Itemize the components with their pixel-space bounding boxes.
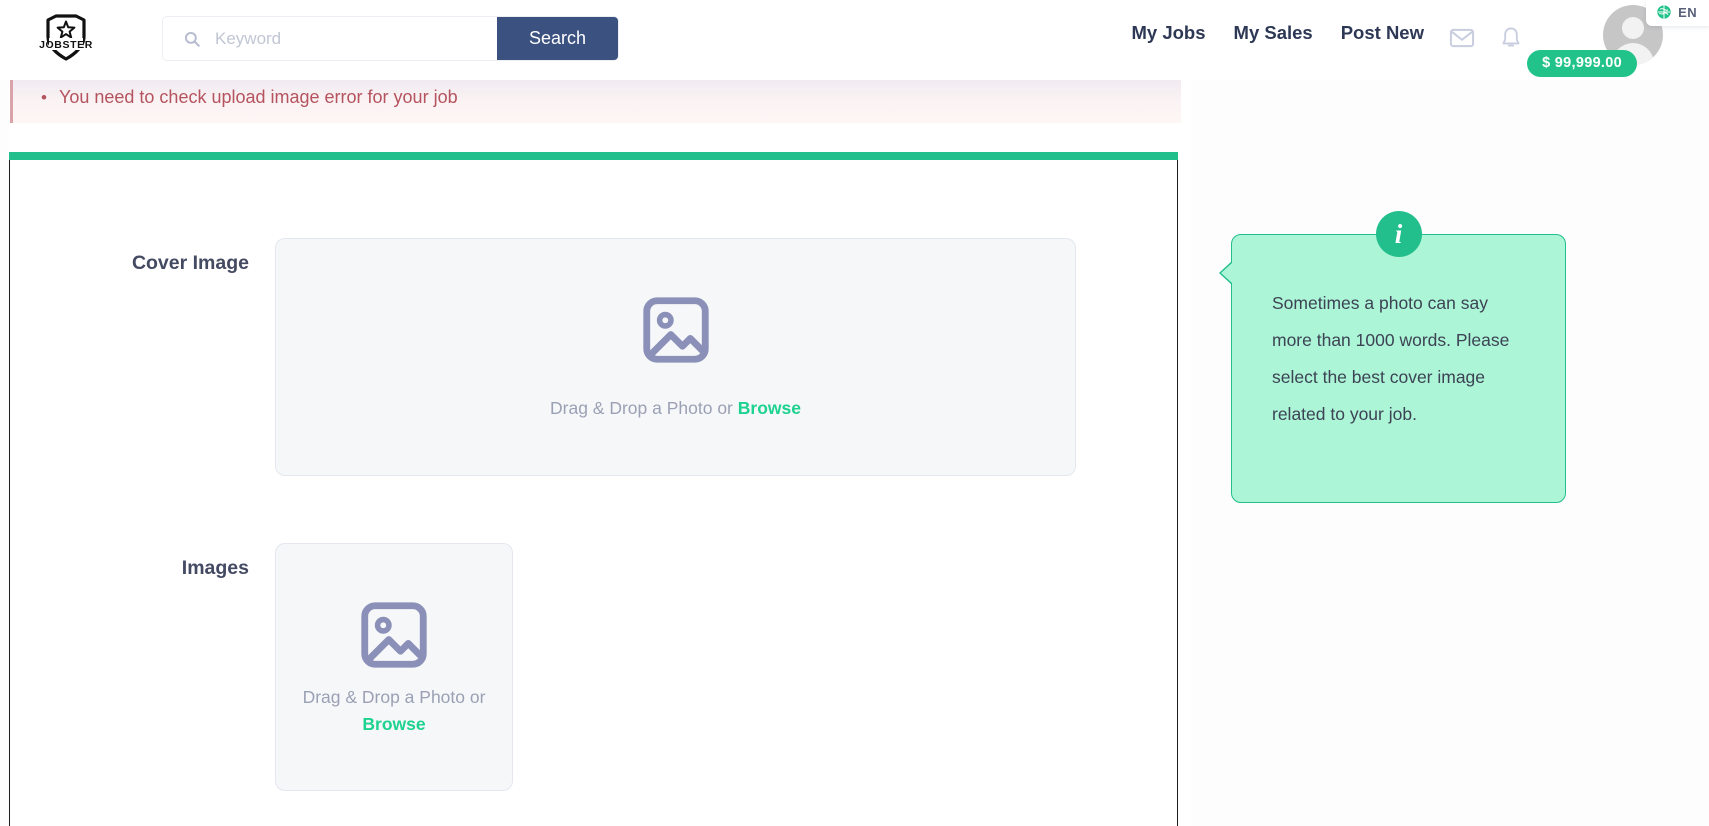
globe-icon [1657,5,1671,19]
language-selector[interactable]: EN [1646,0,1709,26]
nav-my-jobs[interactable]: My Jobs [1132,22,1206,44]
language-label: EN [1678,4,1697,20]
envelope-icon[interactable] [1448,24,1476,52]
post-job-form-card: Cover Image Drag & Drop a Photo or Brows… [9,158,1178,826]
nav-my-sales[interactable]: My Sales [1234,22,1313,44]
search-bar: Search [162,16,619,61]
bell-icon[interactable] [1498,24,1524,52]
logo-wordmark: JOBSTER [39,39,93,51]
error-message: You need to check upload image error for… [41,82,458,113]
search-icon [184,31,200,47]
cover-image-row: Cover Image Drag & Drop a Photo or Brows… [10,238,1076,476]
nav-post-new[interactable]: Post New [1341,22,1424,44]
help-tooltip: i Sometimes a photo can say more than 10… [1219,211,1566,503]
cover-dropzone-text: Drag & Drop a Photo or Browse [550,395,801,422]
balance-badge[interactable]: $ 99,999.00 [1527,50,1637,77]
cover-image-dropzone[interactable]: Drag & Drop a Photo or Browse [275,238,1076,476]
image-placeholder-icon [361,602,427,668]
primary-nav: My Jobs My Sales Post New [1132,22,1425,44]
search-button[interactable]: Search [497,17,618,60]
cover-dropzone-hint: Drag & Drop a Photo or [550,398,738,419]
tooltip-text: Sometimes a photo can say more than 1000… [1272,293,1510,424]
header-icon-group [1448,24,1524,52]
card-accent-bar [9,152,1178,160]
image-placeholder-icon [642,297,709,364]
images-browse-link[interactable]: Browse [362,714,425,734]
images-label: Images [181,557,249,579]
search-field [163,17,497,60]
jobster-logo[interactable]: JOBSTER [33,2,99,68]
tooltip-tail [1219,261,1232,285]
site-header: JOBSTER Search My Jobs My Sales Post New [0,0,1709,80]
images-dropzone-hint: Drag & Drop a Photo or [302,686,486,707]
cover-image-label: Cover Image [131,252,249,274]
jobster-shield-icon: JOBSTER [39,14,93,61]
info-icon: i [1375,211,1422,257]
cover-browse-link[interactable]: Browse [738,398,801,418]
search-input[interactable] [163,17,497,60]
avatar-head [1622,17,1644,39]
page-left-gutter [0,80,9,826]
images-row: Images Drag & Drop a Photo or Browse [10,543,513,791]
images-dropzone-text: Drag & Drop a Photo or Browse [289,684,499,738]
images-dropzone[interactable]: Drag & Drop a Photo or Browse [275,543,513,791]
app-page: JOBSTER Search My Jobs My Sales Post New [0,0,1709,826]
error-banner: You need to check upload image error for… [10,73,1181,123]
